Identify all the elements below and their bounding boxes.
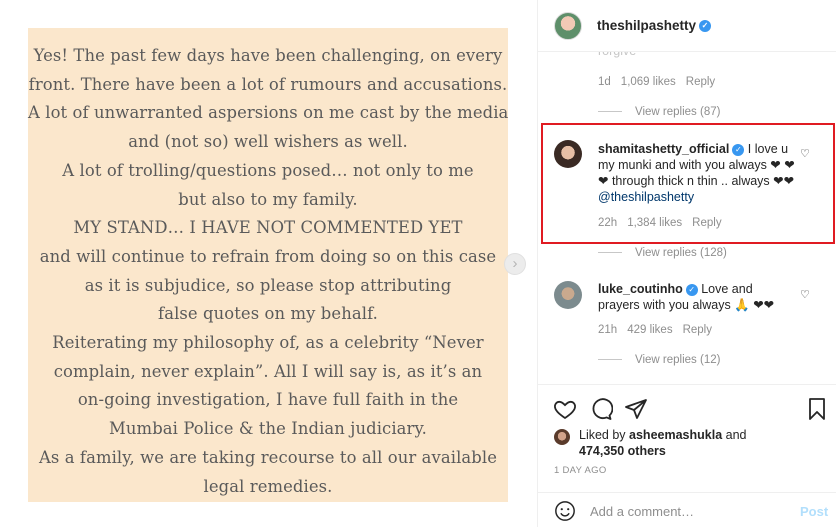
verified-badge-icon: ✓ bbox=[699, 20, 712, 33]
author-username[interactable]: theshilpashetty bbox=[597, 18, 696, 33]
view-replies-label: View replies (87) bbox=[635, 106, 721, 118]
post-side-panel: theshilpashetty✓ rorgive 1d1,069 likesRe… bbox=[537, 0, 836, 527]
next-slide-arrow-icon[interactable]: › bbox=[504, 253, 526, 275]
like-heart-icon[interactable] bbox=[553, 397, 577, 421]
post-date: 1 DAY AGO bbox=[554, 465, 607, 476]
post-comment-button[interactable]: Post bbox=[800, 504, 828, 519]
liked-by-and: and bbox=[722, 428, 747, 442]
like-comment-heart-icon[interactable]: ♡ bbox=[800, 288, 810, 301]
author-username-row: theshilpashetty ✓ bbox=[597, 18, 712, 33]
likes-summary: Liked by asheemashukla and 474,350 other… bbox=[579, 427, 746, 459]
statement-line: Mumbai Police & the Indian judiciary. bbox=[109, 419, 427, 439]
liker-username[interactable]: asheemashukla bbox=[629, 428, 722, 442]
comment-age: 1d bbox=[598, 76, 611, 88]
others-count[interactable]: 474,350 others bbox=[579, 444, 666, 458]
comment-luke: luke_coutinho ✓ Love and prayers with you… bbox=[598, 281, 796, 313]
verified-badge-icon: ✓ bbox=[685, 283, 698, 296]
comment-input[interactable] bbox=[590, 501, 780, 521]
statement-line: front. There have been a lot of rumours … bbox=[28, 74, 508, 94]
view-replies-link[interactable]: View replies (87) bbox=[598, 106, 720, 118]
reply-link[interactable]: Reply bbox=[683, 324, 712, 336]
statement-line: A lot of trolling/questions posed… not o… bbox=[62, 160, 474, 180]
commenter-avatar[interactable] bbox=[554, 281, 582, 309]
highlight-box bbox=[541, 123, 835, 244]
comment-meta: 1d 1,069 likes Reply bbox=[598, 76, 725, 88]
save-bookmark-icon[interactable] bbox=[805, 397, 829, 421]
comment-age: 21h bbox=[598, 324, 618, 336]
comment-meta: 21h 429 likes Reply bbox=[598, 324, 722, 336]
statement-line: A lot of unwarranted aspersions on me ca… bbox=[28, 103, 509, 123]
statement-line: but also to my family. bbox=[178, 189, 358, 209]
post-image: Yes! The past few days have been challen… bbox=[28, 28, 508, 502]
statement-line: MY STAND… I HAVE NOT COMMENTED YET bbox=[73, 218, 463, 238]
emoji-smiley-icon[interactable] bbox=[554, 500, 576, 522]
post-header: theshilpashetty ✓ bbox=[538, 0, 836, 52]
comment-likes[interactable]: 429 likes bbox=[627, 324, 672, 336]
view-replies-link[interactable]: View replies (12) bbox=[598, 354, 720, 366]
post-media: Yes! The past few days have been challen… bbox=[0, 0, 537, 527]
comment-bubble-icon[interactable] bbox=[589, 397, 613, 421]
view-replies-label: View replies (128) bbox=[635, 247, 727, 259]
add-comment-bar: Post bbox=[538, 492, 836, 527]
statement-line: on-going investigation, I have full fait… bbox=[77, 390, 459, 410]
post-statement-text: Yes! The past few days have been challen… bbox=[28, 42, 508, 501]
post-actions: Liked by asheemashukla and 474,350 other… bbox=[538, 384, 836, 527]
statement-line: Yes! The past few days have been challen… bbox=[33, 46, 503, 65]
share-paper-plane-icon[interactable] bbox=[624, 397, 648, 421]
statement-line: complain, never explain”. All I will say… bbox=[53, 361, 483, 381]
statement-line: and will continue to refrain from doing … bbox=[39, 246, 497, 266]
statement-line: Reiterating my philosophy of, as a celeb… bbox=[52, 333, 484, 353]
statement-line: as it is subjudice, so please stop attri… bbox=[84, 275, 452, 295]
statement-line: false quotes on my behalf. bbox=[158, 304, 378, 324]
view-replies-link[interactable]: View replies (128) bbox=[598, 247, 727, 259]
comment-likes[interactable]: 1,069 likes bbox=[621, 76, 676, 88]
statement-line: As a family, we are taking recourse to a… bbox=[38, 447, 498, 467]
view-replies-label: View replies (12) bbox=[635, 354, 721, 366]
statement-line: legal remedies. bbox=[203, 476, 333, 496]
statement-line: and (not so) well wishers as well. bbox=[128, 132, 408, 152]
liked-by-prefix: Liked by bbox=[579, 428, 630, 442]
liker-avatar[interactable] bbox=[554, 429, 570, 445]
partial-comment-text: rorgive bbox=[598, 52, 796, 59]
commenter-username[interactable]: luke_coutinho bbox=[598, 282, 683, 296]
reply-link[interactable]: Reply bbox=[686, 76, 715, 88]
author-avatar[interactable] bbox=[554, 12, 582, 40]
